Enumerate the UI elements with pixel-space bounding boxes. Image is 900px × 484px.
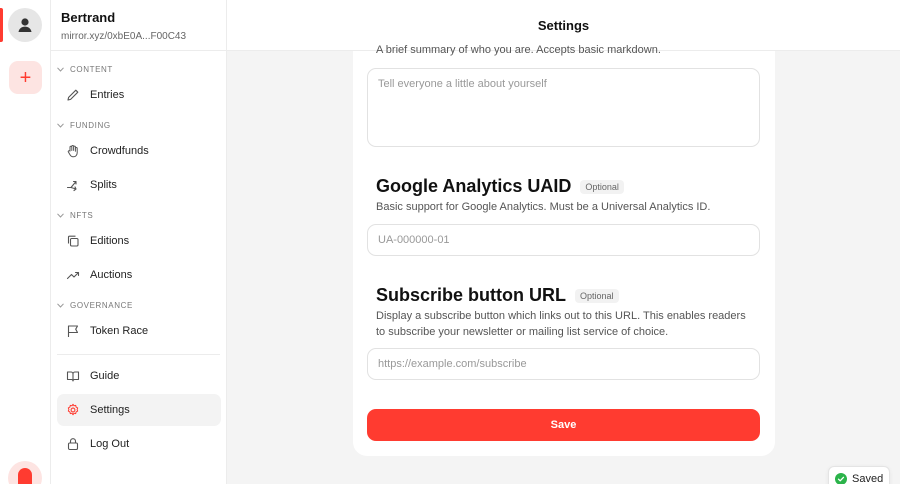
pencil-icon (67, 89, 79, 101)
sidebar-item-label: Token Race (90, 325, 149, 337)
sidebar-item-editions[interactable]: Editions (57, 225, 221, 257)
book-icon (66, 371, 80, 382)
chevron-down-icon (57, 64, 64, 74)
section-content[interactable]: CONTENT (57, 64, 113, 74)
sidebar-item-settings[interactable]: Settings (57, 394, 221, 426)
copy-icon (67, 235, 79, 247)
lock-icon (67, 438, 79, 451)
section-label: NFTS (70, 210, 94, 220)
ga-title: Google Analytics UAID (376, 176, 572, 196)
sidebar-item-token-race[interactable]: Token Race (57, 315, 221, 347)
ga-field-title: Google Analytics UAID Optional (376, 176, 624, 197)
flag-icon (67, 325, 79, 337)
chevron-down-icon (57, 120, 64, 130)
sidebar-item-label: Entries (90, 89, 125, 101)
sidebar-item-label: Auctions (90, 269, 133, 281)
account-header[interactable]: Bertrand mirror.xyz/0xbE0A...F00C43 (51, 0, 226, 51)
saved-toast: Saved (828, 466, 890, 484)
bio-hint: A brief summary of who you are. Accepts … (376, 44, 661, 56)
chevron-down-icon (57, 300, 64, 310)
app-rail: + (0, 0, 51, 484)
sidebar-divider (57, 354, 220, 355)
sidebar-item-auctions[interactable]: Auctions (57, 259, 221, 291)
section-label: CONTENT (70, 64, 113, 74)
account-address: mirror.xyz/0xbE0A...F00C43 (61, 31, 187, 42)
sidebar-item-label: Log Out (90, 438, 130, 450)
subscribe-url-input[interactable]: https://example.com/subscribe (367, 348, 760, 380)
user-icon (18, 18, 32, 32)
bio-placeholder: Tell everyone a little about yourself (378, 78, 547, 90)
add-button[interactable]: + (9, 61, 42, 94)
subscribe-description: Display a subscribe button which links o… (376, 310, 746, 338)
sidebar-item-entries[interactable]: Entries (57, 79, 221, 111)
sidebar-item-splits[interactable]: Splits (57, 169, 221, 201)
ga-uaid-placeholder: UA-000000-01 (378, 234, 450, 246)
toast-label: Saved (852, 473, 884, 484)
sidebar-item-label: Editions (90, 235, 130, 247)
section-funding[interactable]: FUNDING (57, 120, 111, 130)
save-button[interactable]: Save (367, 409, 760, 441)
section-label: FUNDING (70, 120, 111, 130)
optional-badge: Optional (580, 179, 624, 194)
section-label: GOVERNANCE (70, 300, 133, 310)
optional-badge: Optional (575, 288, 619, 303)
hand-icon (67, 145, 78, 158)
ga-description: Basic support for Google Analytics. Must… (376, 201, 711, 213)
sidebar-item-crowdfunds[interactable]: Crowdfunds (57, 135, 221, 167)
check-circle-icon (835, 473, 847, 484)
publication-logo-icon (18, 468, 32, 484)
sidebar-item-label: Settings (90, 404, 130, 416)
settings-form: A brief summary of who you are. Accepts … (353, 44, 775, 456)
split-arrows-icon (66, 180, 77, 192)
trending-up-icon (66, 271, 80, 280)
sidebar-item-log-out[interactable]: Log Out (57, 428, 221, 460)
sidebar: Bertrand mirror.xyz/0xbE0A...F00C43 CONT… (51, 0, 227, 484)
avatar[interactable] (8, 8, 42, 42)
gear-icon (67, 403, 79, 416)
sidebar-item-label: Guide (90, 370, 120, 382)
chevron-down-icon (57, 210, 64, 220)
bio-textarea[interactable]: Tell everyone a little about yourself (367, 68, 760, 147)
sidebar-item-label: Splits (90, 179, 117, 191)
subscribe-title: Subscribe button URL (376, 285, 566, 305)
sidebar-item-guide[interactable]: Guide (57, 360, 221, 392)
page-title: Settings (537, 17, 590, 33)
plus-icon: + (19, 66, 32, 89)
subscribe-field-title: Subscribe button URL Optional (376, 285, 619, 306)
publication-avatar[interactable] (8, 461, 42, 484)
rail-active-indicator (0, 8, 3, 42)
section-governance[interactable]: GOVERNANCE (57, 300, 133, 310)
section-nfts[interactable]: NFTS (57, 210, 93, 220)
ga-uaid-input[interactable]: UA-000000-01 (367, 224, 760, 256)
sidebar-item-label: Crowdfunds (90, 145, 149, 157)
subscribe-url-placeholder: https://example.com/subscribe (378, 358, 527, 370)
account-name: Bertrand (61, 10, 116, 25)
